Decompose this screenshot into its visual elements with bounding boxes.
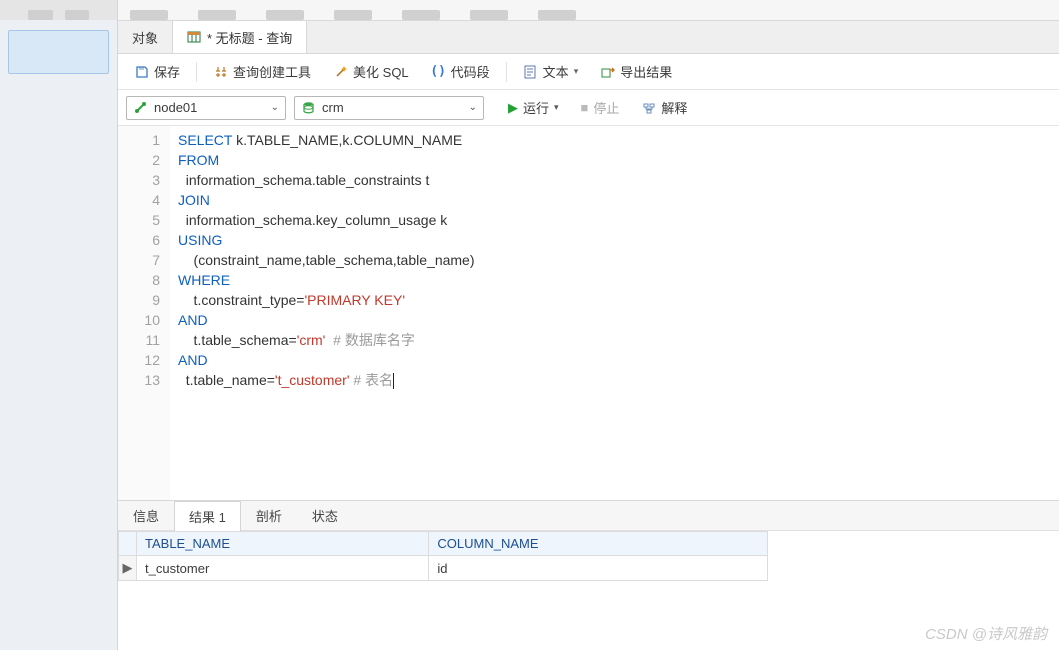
- database-icon: [301, 100, 316, 115]
- sidebar-placeholder: [8, 30, 109, 74]
- result-tab-info[interactable]: 信息: [118, 500, 174, 530]
- result-tab-profile[interactable]: 剖析: [241, 500, 297, 530]
- results-panel: 信息 结果 1 剖析 状态 TABLE_NAMECOLUMN_NAME▶t_cu…: [118, 500, 1059, 650]
- code-snippet-button[interactable]: () 代码段: [425, 60, 496, 83]
- stop-label: 停止: [593, 98, 619, 117]
- toolbar-label: 代码段: [451, 62, 490, 81]
- result-tab-status[interactable]: 状态: [297, 500, 353, 530]
- play-icon: ▶: [508, 100, 518, 116]
- tab-label: * 无标题 - 查询: [207, 28, 292, 47]
- select-value: crm: [322, 100, 344, 115]
- wand-icon: [333, 64, 348, 79]
- chevron-down-icon: ▾: [574, 66, 579, 77]
- menubar: [118, 0, 1059, 20]
- toolbar-label: 查询创建工具: [233, 62, 311, 81]
- result-tab-result1[interactable]: 结果 1: [174, 501, 241, 531]
- database-select[interactable]: crm ⌄: [294, 96, 484, 120]
- sql-editor[interactable]: 12345678910111213 SELECT k.TABLE_NAME,k.…: [118, 126, 1059, 500]
- tab-query[interactable]: * 无标题 - 查询: [173, 21, 307, 53]
- result-grid-container[interactable]: TABLE_NAMECOLUMN_NAME▶t_customerid: [118, 531, 1059, 650]
- toolbar-label: 保存: [154, 62, 180, 81]
- line-gutter: 12345678910111213: [118, 126, 170, 500]
- cell[interactable]: id: [429, 556, 768, 581]
- parentheses-icon: (): [431, 64, 446, 79]
- chevron-down-icon: ⌄: [271, 102, 279, 113]
- column-header[interactable]: TABLE_NAME: [137, 532, 429, 556]
- tools-icon: [213, 64, 228, 79]
- connection-select[interactable]: node01 ⌄: [126, 96, 286, 120]
- explain-button[interactable]: 解释: [635, 96, 693, 119]
- stop-icon: ■: [581, 100, 589, 115]
- document-tabs: 对象 * 无标题 - 查询: [118, 20, 1059, 54]
- column-header[interactable]: COLUMN_NAME: [429, 532, 768, 556]
- chevron-down-icon: ⌄: [469, 102, 477, 113]
- select-value: node01: [154, 100, 197, 115]
- table-row[interactable]: ▶t_customerid: [119, 556, 768, 581]
- export-results-button[interactable]: 导出结果: [594, 60, 678, 83]
- run-label: 运行: [523, 98, 549, 117]
- save-icon: [134, 64, 149, 79]
- run-button[interactable]: ▶ 运行 ▾: [502, 96, 565, 119]
- toolbar: 保存 查询创建工具 美化 SQL () 代码段: [118, 54, 1059, 90]
- stop-button[interactable]: ■ 停止: [575, 96, 626, 119]
- left-sidebar: [0, 0, 118, 650]
- result-grid[interactable]: TABLE_NAMECOLUMN_NAME▶t_customerid: [118, 531, 768, 581]
- text-button[interactable]: 文本 ▾: [517, 60, 585, 83]
- tab-objects[interactable]: 对象: [118, 21, 173, 53]
- cell[interactable]: t_customer: [137, 556, 429, 581]
- explain-icon: [641, 100, 656, 115]
- query-builder-button[interactable]: 查询创建工具: [207, 60, 317, 83]
- beautify-sql-button[interactable]: 美化 SQL: [327, 60, 415, 83]
- toolbar-label: 导出结果: [620, 62, 672, 81]
- tab-label: 对象: [132, 28, 158, 47]
- row-indicator: ▶: [119, 556, 137, 581]
- result-tabs: 信息 结果 1 剖析 状态: [118, 501, 1059, 531]
- document-icon: [523, 64, 538, 79]
- chevron-down-icon: ▾: [554, 102, 559, 113]
- connection-row: node01 ⌄ crm ⌄ ▶ 运行 ▾ ■ 停止: [118, 90, 1059, 126]
- toolbar-label: 文本: [543, 62, 569, 81]
- explain-label: 解释: [661, 98, 687, 117]
- table-icon: [187, 30, 201, 44]
- save-button[interactable]: 保存: [128, 60, 186, 83]
- connection-icon: [133, 100, 148, 115]
- export-icon: [600, 64, 615, 79]
- code-area[interactable]: SELECT k.TABLE_NAME,k.COLUMN_NAMEFROM in…: [170, 126, 483, 500]
- toolbar-label: 美化 SQL: [353, 62, 409, 81]
